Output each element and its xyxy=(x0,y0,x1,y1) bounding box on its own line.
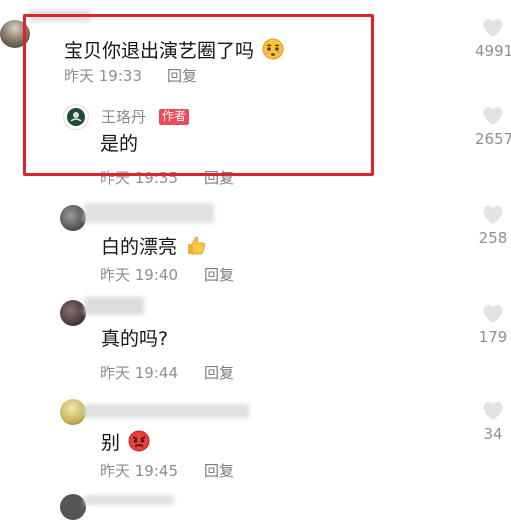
comment-time: 昨天 19:40 xyxy=(100,266,178,284)
like-button[interactable]: 34 xyxy=(475,401,511,442)
like-button[interactable]: 2657 xyxy=(475,106,511,147)
angry-face-icon xyxy=(128,430,150,456)
comment-text: 白的漂亮 xyxy=(101,234,207,260)
like-button[interactable]: 4991 xyxy=(475,18,511,59)
blurred-username xyxy=(84,404,249,418)
reply-button[interactable]: 回复 xyxy=(204,464,234,479)
comment-time: 昨天 19:45 xyxy=(100,462,178,480)
blurred-username xyxy=(84,495,174,505)
like-count: 4991 xyxy=(475,42,511,60)
like-button[interactable]: 258 xyxy=(475,205,511,246)
like-count: 2657 xyxy=(475,130,511,148)
commenter-avatar[interactable] xyxy=(60,494,86,520)
heart-icon xyxy=(475,401,511,421)
blurred-username xyxy=(84,297,144,315)
heart-icon xyxy=(475,106,511,126)
like-count: 179 xyxy=(478,328,508,346)
comment-time: 昨天 19:44 xyxy=(100,364,178,382)
comment-text: 别 xyxy=(101,430,150,456)
heart-icon xyxy=(475,18,511,38)
thumbs-up-icon xyxy=(185,234,207,260)
reply-button[interactable]: 回复 xyxy=(204,268,234,283)
like-button[interactable]: 179 xyxy=(475,304,511,345)
commenter-avatar[interactable] xyxy=(60,300,86,326)
heart-icon xyxy=(475,205,511,225)
like-count: 258 xyxy=(478,229,508,247)
blurred-username xyxy=(84,203,214,223)
commenter-avatar[interactable] xyxy=(60,399,86,425)
reply-button[interactable]: 回复 xyxy=(204,366,234,381)
highlight-frame xyxy=(23,14,374,176)
commenter-avatar[interactable] xyxy=(60,205,86,231)
comment-text: 真的吗? xyxy=(101,328,169,350)
like-count: 34 xyxy=(483,425,503,443)
heart-icon xyxy=(475,304,511,324)
